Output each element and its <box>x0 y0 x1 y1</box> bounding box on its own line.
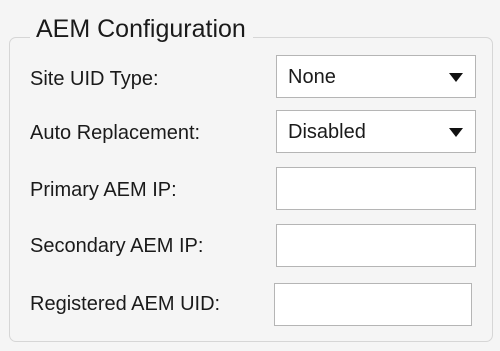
group-legend: AEM Configuration <box>30 12 253 46</box>
secondary-aem-ip-label: Secondary AEM IP: <box>30 235 204 257</box>
chevron-down-icon <box>449 128 463 137</box>
auto-replacement-select[interactable]: Disabled <box>276 110 476 153</box>
registered-aem-uid-input[interactable] <box>274 283 472 326</box>
primary-aem-ip-input[interactable] <box>276 167 476 210</box>
auto-replacement-label: Auto Replacement: <box>30 122 201 144</box>
secondary-aem-ip-input[interactable] <box>276 224 476 267</box>
site-uid-type-value: None <box>288 66 336 88</box>
site-uid-type-label: Site UID Type: <box>30 68 159 90</box>
site-uid-type-select[interactable]: None <box>276 55 476 98</box>
auto-replacement-value: Disabled <box>288 121 366 143</box>
chevron-down-icon <box>449 73 463 82</box>
registered-aem-uid-label: Registered AEM UID: <box>30 293 221 315</box>
primary-aem-ip-label: Primary AEM IP: <box>30 179 177 201</box>
